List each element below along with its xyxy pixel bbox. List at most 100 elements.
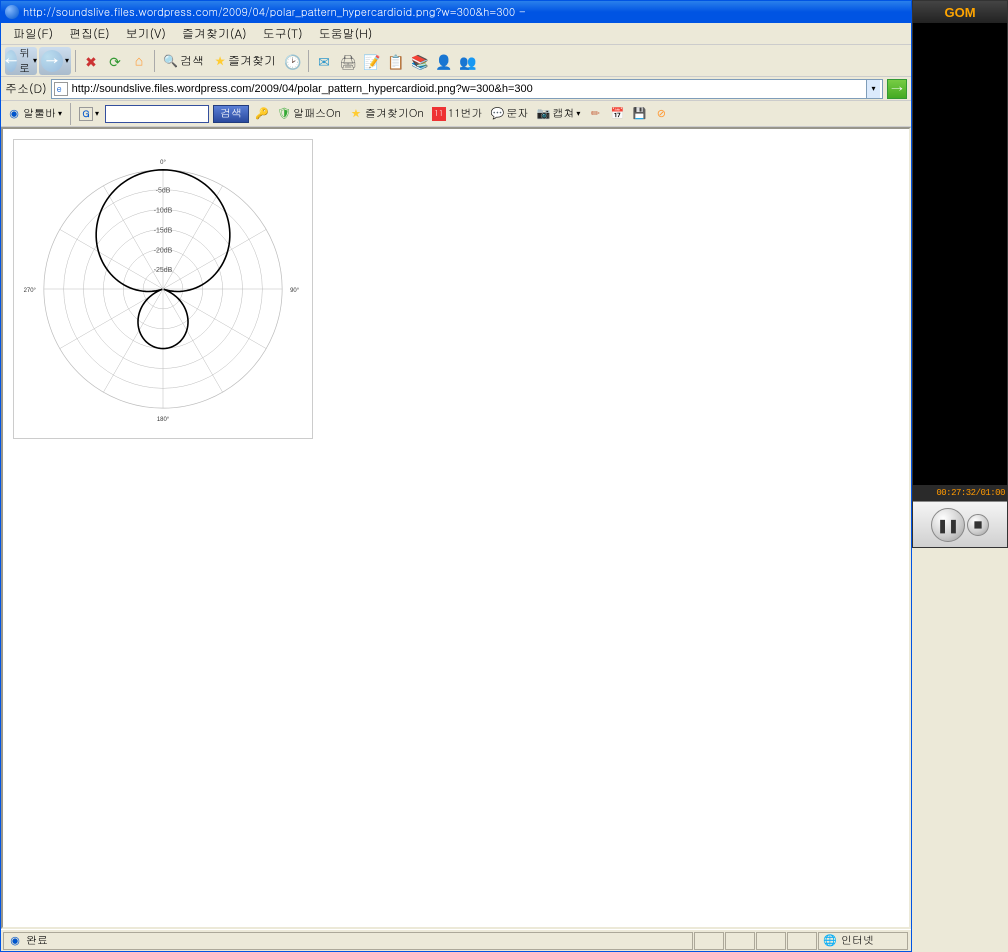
status-panel-3 (725, 932, 755, 950)
gom-player-window[interactable]: GOM 00:27:32/01:00 ❚❚ ■ (912, 0, 1008, 548)
camera-icon: 📷 (536, 107, 550, 121)
eleven-icon: 11 (432, 107, 446, 121)
gom-logo: GOM (944, 5, 975, 20)
status-text: 완료 (26, 933, 48, 948)
eleven-button[interactable]: 11 11번가 (430, 105, 485, 122)
print-button[interactable]: 🖨 (337, 50, 359, 72)
disk-icon: 💾 (632, 107, 646, 121)
separator (70, 103, 71, 125)
research-button[interactable]: 📚 (409, 50, 431, 72)
menu-tools[interactable]: 도구(T) (255, 23, 311, 44)
munja-button[interactable]: 💬 문자 (488, 105, 530, 122)
svg-text:0°: 0° (160, 160, 166, 166)
search-icon: 🔍 (163, 52, 178, 69)
done-icon: ◉ (8, 934, 22, 948)
status-panel-5 (787, 932, 817, 950)
menu-view[interactable]: 보기(V) (118, 23, 174, 44)
mail-button[interactable]: ✉ (313, 50, 335, 72)
status-main: ◉ 완료 (3, 932, 693, 950)
favorites-label: 즐겨찾기 (228, 52, 276, 69)
address-bar: 주소(D) http://soundslive.files.wordpress.… (1, 77, 911, 101)
status-panel-4 (756, 932, 786, 950)
people-button[interactable]: 👥 (457, 50, 479, 72)
status-panel-2 (694, 932, 724, 950)
altools-button[interactable]: ◉ 알툴바 ▾ (5, 105, 64, 122)
svg-text:-15dB: -15dB (154, 227, 173, 234)
brush-icon: ✏ (588, 107, 602, 121)
google-icon: G (79, 107, 93, 121)
edit-button[interactable]: 📝 (361, 50, 383, 72)
svg-text:90°: 90° (290, 288, 300, 294)
tool-block-button[interactable]: ⊘ (652, 106, 670, 122)
back-button[interactable]: ← 뒤로 ▾ (5, 47, 37, 75)
forward-button[interactable]: → ▾ (39, 47, 71, 75)
search-input[interactable] (105, 105, 209, 123)
google-button[interactable]: G ▾ (77, 106, 101, 122)
capture-button[interactable]: 📷 캡쳐 ▾ (534, 105, 582, 122)
star-icon: ★ (349, 107, 363, 121)
favorites-button[interactable]: ★ 즐겨찾기 (210, 50, 280, 71)
svg-text:-10dB: -10dB (154, 208, 173, 215)
svg-text:270°: 270° (24, 288, 37, 294)
refresh-button[interactable]: ⟳ (104, 50, 126, 72)
menubar: 파일(F) 편집(E) 보기(V) 즐겨찾기(A) 도구(T) 도움말(H) (1, 23, 911, 45)
altoolbar: ◉ 알툴바 ▾ G ▾ 검색 🔑 🛡 알패스On ★ 즐겨찾기On 11 11번… (1, 101, 911, 127)
separator (75, 50, 76, 72)
go-button[interactable]: → (887, 79, 907, 99)
content-area[interactable]: 0° 90° 180° 270° -5dB -10dB -15dB -20dB … (1, 127, 911, 929)
menu-edit[interactable]: 편집(E) (61, 23, 118, 44)
messenger-button[interactable]: 👤 (433, 50, 455, 72)
gom-stop-button[interactable]: ■ (967, 514, 989, 536)
gom-video-area[interactable] (913, 23, 1007, 485)
search-button[interactable]: 🔍 검색 (159, 50, 208, 71)
navigation-toolbar: ← 뒤로 ▾ → ▾ ✖ ⟳ ⌂ 🔍 검색 ★ 즐겨찾기 🕑 ✉ 🖨 📝 📋 📚… (1, 45, 911, 77)
tool-brush-button[interactable]: ✏ (586, 106, 604, 122)
gom-time-display: 00:27:32/01:00 (913, 485, 1007, 501)
history-button[interactable]: 🕑 (282, 50, 304, 72)
statusbar: ◉ 완료 🌐 인터넷 (1, 929, 911, 951)
menu-help[interactable]: 도움말(H) (311, 23, 381, 44)
ie-browser-window: http://soundslive.files.wordpress.com/20… (0, 0, 912, 952)
globe-icon: 🌐 (823, 934, 837, 948)
menu-file[interactable]: 파일(F) (5, 23, 61, 44)
back-label: 뒤로 (19, 46, 31, 76)
back-dropdown-icon[interactable]: ▾ (33, 55, 37, 66)
polar-pattern-image: 0° 90° 180° 270° -5dB -10dB -15dB -20dB … (13, 139, 313, 439)
tool-calendar-button[interactable]: 📅 (608, 106, 626, 122)
separator (154, 50, 155, 72)
key-button[interactable]: 🔑 (253, 106, 271, 122)
status-zone: 🌐 인터넷 (818, 932, 908, 950)
address-label: 주소(D) (5, 80, 47, 97)
key-icon: 🔑 (255, 107, 269, 121)
svg-text:180°: 180° (157, 417, 170, 423)
ie-icon (5, 5, 19, 19)
search-submit-button[interactable]: 검색 (213, 105, 249, 123)
altools-icon: ◉ (7, 107, 21, 121)
address-input[interactable]: http://soundslive.files.wordpress.com/20… (51, 79, 883, 99)
search-label: 검색 (180, 52, 204, 69)
shield-icon: 🛡 (277, 107, 291, 121)
gom-controls: ❚❚ ■ (913, 501, 1007, 547)
fwd-dropdown-icon[interactable]: ▾ (65, 55, 69, 66)
gom-pause-button[interactable]: ❚❚ (931, 508, 965, 542)
svg-text:-25dB: -25dB (154, 267, 173, 274)
svg-text:-20dB: -20dB (154, 247, 173, 254)
page-icon (54, 82, 68, 96)
titlebar[interactable]: http://soundslive.files.wordpress.com/20… (1, 1, 911, 23)
polar-chart-svg: 0° 90° 180° 270° -5dB -10dB -15dB -20dB … (22, 148, 304, 430)
favorites-on-button[interactable]: ★ 즐겨찾기On (347, 105, 426, 122)
gom-titlebar[interactable]: GOM (913, 1, 1007, 23)
separator (308, 50, 309, 72)
address-dropdown-icon[interactable]: ▾ (866, 80, 880, 98)
tool-save-button[interactable]: 💾 (630, 106, 648, 122)
svg-text:-5dB: -5dB (156, 188, 171, 195)
star-icon: ★ (214, 52, 226, 69)
menu-favorites[interactable]: 즐겨찾기(A) (174, 23, 255, 44)
home-button[interactable]: ⌂ (128, 50, 150, 72)
discuss-button[interactable]: 📋 (385, 50, 407, 72)
calendar-icon: 📅 (610, 107, 624, 121)
chat-icon: 💬 (490, 107, 504, 121)
stop-button[interactable]: ✖ (80, 50, 102, 72)
titlebar-text: http://soundslive.files.wordpress.com/20… (23, 5, 907, 20)
alpass-button[interactable]: 🛡 알패스On (275, 105, 343, 122)
